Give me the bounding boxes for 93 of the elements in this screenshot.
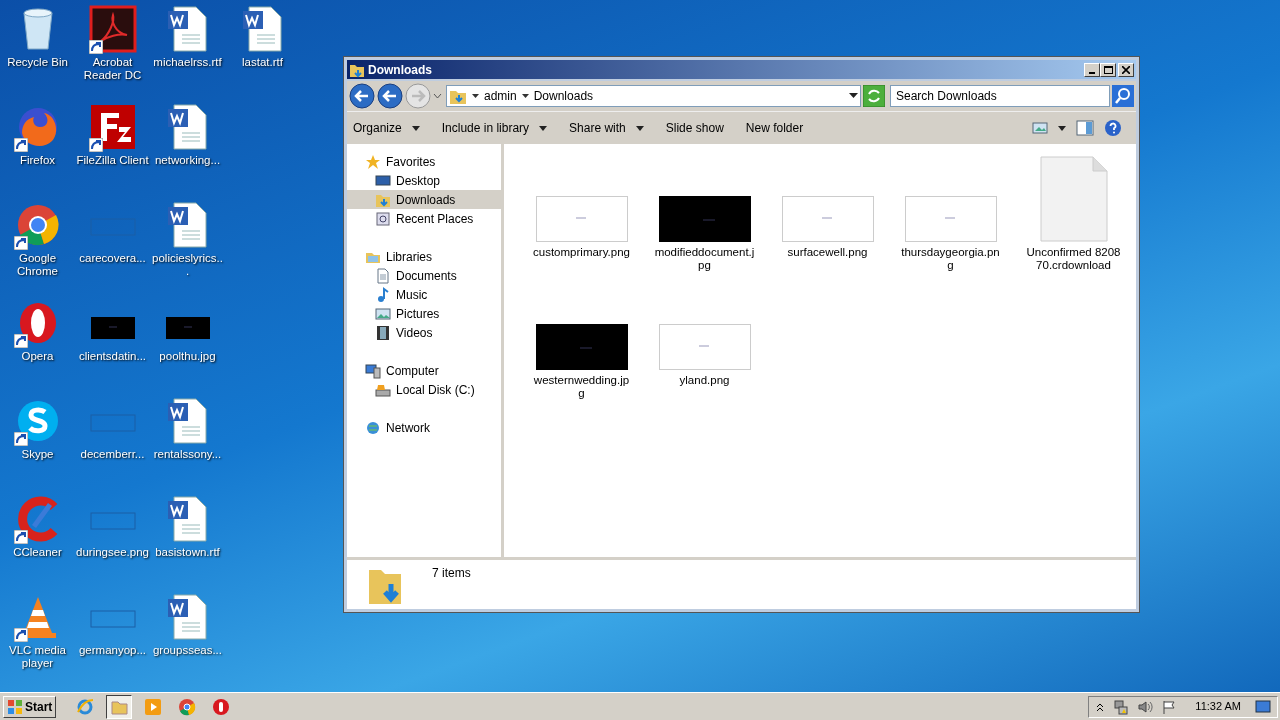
window-title: Downloads xyxy=(368,61,433,79)
file-name[interactable]: thursdaygeorgia.png xyxy=(900,246,1001,272)
music-note-icon xyxy=(375,286,391,303)
caret-icon xyxy=(472,93,479,99)
minimize-icon xyxy=(1089,71,1095,74)
file-name[interactable]: Unconfirmed 820870.crdownload xyxy=(1023,246,1124,272)
toolbar-button[interactable]: New folder xyxy=(745,119,804,137)
icon-label: clientsdatin... xyxy=(77,350,148,363)
nav-item[interactable]: Desktop xyxy=(347,171,501,190)
maximize-icon xyxy=(1103,65,1113,74)
toolbar-button[interactable]: Include in library xyxy=(441,119,548,137)
computer-icon xyxy=(365,362,381,379)
caret-icon xyxy=(521,93,529,99)
maximize-button[interactable] xyxy=(1100,62,1116,77)
nav-item[interactable]: Documents xyxy=(347,266,501,285)
icon-label: Skype xyxy=(20,448,55,461)
icon-label: Recycle Bin xyxy=(6,56,69,69)
close-button[interactable] xyxy=(1118,62,1134,77)
filezilla-icon[interactable] xyxy=(88,103,137,151)
nav-item[interactable]: Network xyxy=(347,418,501,437)
toolbar-button[interactable]: Slide show xyxy=(665,119,724,137)
nav-item[interactable]: Pictures xyxy=(347,304,501,323)
icon-label: Firefox xyxy=(18,154,57,167)
network-globe-icon xyxy=(365,419,381,436)
recent-places-icon xyxy=(375,210,391,227)
nav-item[interactable]: Local Disk (C:) xyxy=(347,380,501,399)
icon-label: duringsee.png xyxy=(75,546,150,559)
blank-file-icon xyxy=(1039,156,1108,242)
nav-item[interactable]: Recent Places xyxy=(347,209,501,228)
preview-pane-icon[interactable] xyxy=(1076,120,1094,136)
icon-label: poolthu.jpg xyxy=(158,350,217,363)
file-name[interactable]: yland.png xyxy=(654,374,755,387)
icon-label: lastat.rtf xyxy=(241,56,284,69)
windows-logo-icon xyxy=(7,698,23,715)
taskbar-app-button[interactable] xyxy=(106,694,133,719)
icon-label: basistown.rtf xyxy=(154,546,221,559)
star-icon xyxy=(365,153,381,170)
close-icon xyxy=(1122,65,1130,74)
clock[interactable]: 11:32 AM xyxy=(1195,698,1241,715)
icon-label: groupsseas... xyxy=(151,644,223,657)
picture-icon xyxy=(375,305,391,322)
breadcrumb[interactable]: Downloads xyxy=(533,87,594,105)
item-count: 7 items xyxy=(432,565,471,582)
opera-icon xyxy=(212,697,231,716)
back-icon[interactable] xyxy=(349,83,375,109)
icon-label: germanyop... xyxy=(77,644,148,657)
document-icon xyxy=(375,267,391,284)
icon-label: networking... xyxy=(153,154,222,167)
nav-item[interactable]: Downloads xyxy=(347,190,501,209)
file-name[interactable]: customprimary.png xyxy=(531,246,632,259)
breadcrumb[interactable]: admin xyxy=(484,87,517,105)
file-name[interactable]: modifieddocument.jpg xyxy=(654,246,755,272)
back-icon[interactable] xyxy=(377,83,403,109)
flag-icon[interactable] xyxy=(1161,698,1178,715)
file-name[interactable]: westernwedding.jpg xyxy=(531,374,632,400)
nav-item[interactable]: Libraries xyxy=(347,247,501,266)
file-name[interactable]: surfacewell.png xyxy=(777,246,878,259)
toolbar-button[interactable]: Share with xyxy=(569,119,644,137)
icon-label: VLC media player xyxy=(8,644,67,670)
acrobat-icon[interactable] xyxy=(88,5,137,53)
icon-label: CCleaner xyxy=(12,546,63,559)
nav-item[interactable]: Computer xyxy=(347,361,501,380)
toolbar-button[interactable]: Organize xyxy=(353,119,420,137)
start-button[interactable]: Start xyxy=(3,695,57,718)
search-field[interactable]: Search Downloads xyxy=(890,85,1110,107)
icon-label: carecovera... xyxy=(78,252,147,265)
nav-item[interactable]: Favorites xyxy=(347,152,501,171)
icon-label: Acrobat Reader DC xyxy=(82,56,143,82)
nav-item[interactable]: Music xyxy=(347,285,501,304)
help-icon[interactable] xyxy=(1104,119,1122,137)
media-player-icon xyxy=(144,697,163,716)
icon-label: decemberr... xyxy=(79,448,146,461)
monitor-icon xyxy=(375,172,391,189)
nav-item[interactable]: Videos xyxy=(347,323,501,342)
address-field[interactable]: admin Downloads xyxy=(446,85,861,107)
icon-label: michaelrss.rtf xyxy=(152,56,223,69)
show-desktop-icon[interactable] xyxy=(1255,699,1271,714)
search-icon[interactable] xyxy=(1112,85,1134,107)
icon-label: policieslyrics... xyxy=(151,252,224,278)
chrome-icon xyxy=(178,697,197,716)
minimize-button[interactable] xyxy=(1084,62,1100,77)
icon-label: Google Chrome xyxy=(16,252,59,278)
network-icon[interactable] xyxy=(1113,698,1130,715)
ie-icon xyxy=(76,697,95,716)
refresh-icon[interactable] xyxy=(863,85,885,107)
chevron-up-icon[interactable] xyxy=(1095,701,1106,712)
icon-label: rentalssony... xyxy=(152,448,223,461)
film-strip-icon xyxy=(375,324,391,341)
speaker-icon[interactable] xyxy=(1137,698,1154,715)
caret-icon[interactable] xyxy=(1058,125,1066,131)
caret-icon xyxy=(849,93,858,99)
icon-label: FileZilla Client xyxy=(75,154,150,167)
icon-label: Opera xyxy=(20,350,55,363)
